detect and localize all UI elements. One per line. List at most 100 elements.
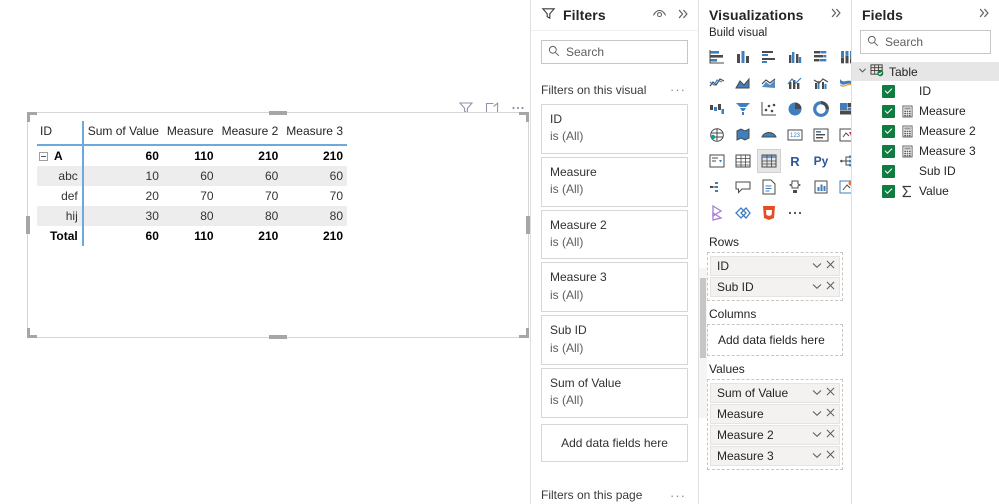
viz-type-key-influencers[interactable] xyxy=(705,175,729,199)
filter-card[interactable]: Measure 2 is (All) xyxy=(541,209,688,260)
filters-visual-more-icon[interactable]: ··· xyxy=(670,82,686,97)
value-cell[interactable]: 60 xyxy=(81,226,163,246)
collapse-pane-chevrons-icon[interactable] xyxy=(977,6,991,23)
resize-handle-bottom-left[interactable] xyxy=(27,328,37,338)
viz-type-r-script-visual[interactable]: R xyxy=(783,149,807,173)
value-cell[interactable]: 210 xyxy=(218,145,283,166)
viz-type-matrix[interactable] xyxy=(757,149,781,173)
row-label-cell[interactable]: def xyxy=(37,186,83,206)
filters-pane-body[interactable]: Filters on this visual ··· ID is (All) Mea… xyxy=(531,72,698,504)
field-item[interactable]: Sub ID xyxy=(852,161,999,181)
chevron-down-icon[interactable] xyxy=(812,409,822,420)
row-label-cell[interactable]: A xyxy=(37,145,83,166)
value-cell[interactable]: 110 xyxy=(163,145,218,166)
viz-type-python-visual[interactable]: Py xyxy=(809,149,833,173)
chevron-down-icon[interactable] xyxy=(812,388,822,399)
viz-type-stacked-bar-chart[interactable] xyxy=(705,45,729,69)
field-checkbox[interactable] xyxy=(882,144,895,158)
value-cell[interactable]: 80 xyxy=(282,206,347,226)
row-label-cell[interactable]: hij xyxy=(37,206,83,226)
viz-type-stacked-column-chart[interactable] xyxy=(731,45,755,69)
field-item[interactable]: Measure xyxy=(852,101,999,121)
viz-type-map[interactable] xyxy=(705,123,729,147)
viz-type-multi-row-card[interactable] xyxy=(809,123,833,147)
value-cell[interactable]: 70 xyxy=(282,186,347,206)
table-row[interactable]: def 20 70 70 70 xyxy=(37,186,347,206)
close-icon[interactable] xyxy=(826,408,835,420)
resize-handle-bottom-right[interactable] xyxy=(519,328,529,338)
viz-type-scatter-chart[interactable] xyxy=(757,97,781,121)
chevron-down-icon[interactable] xyxy=(812,430,822,441)
well-columns[interactable]: Add data fields here xyxy=(707,324,843,356)
visual-filter-dropzone[interactable]: Add data fields here xyxy=(541,423,688,462)
viz-type-line-chart[interactable] xyxy=(705,71,729,95)
report-canvas[interactable]: ID Sum of Value Measure Measure 2 Measur… xyxy=(0,0,530,504)
value-cell[interactable]: 30 xyxy=(81,206,163,226)
value-cell[interactable]: 70 xyxy=(218,186,283,206)
viz-type-funnel-chart[interactable] xyxy=(731,97,755,121)
viz-type-q-and-a[interactable] xyxy=(731,175,755,199)
filters-page-more-icon[interactable]: ··· xyxy=(670,488,686,503)
resize-handle-left-middle[interactable] xyxy=(26,216,30,234)
field-checkbox[interactable] xyxy=(882,104,895,118)
field-checkbox[interactable] xyxy=(882,164,895,178)
field-item[interactable]: Measure 3 xyxy=(852,141,999,161)
collapse-pane-chevrons-icon[interactable] xyxy=(829,6,843,23)
field-chip[interactable]: Measure 2 xyxy=(710,425,840,445)
field-checkbox[interactable] xyxy=(882,184,895,198)
filter-card[interactable]: Measure is (All) xyxy=(541,156,688,207)
viz-type-clustered-bar-chart[interactable] xyxy=(757,45,781,69)
viz-type-100-stacked-bar-chart[interactable] xyxy=(809,45,833,69)
well-values[interactable]: Sum of Value Measure Measure 2 Measure 3 xyxy=(707,379,843,470)
fields-table-node[interactable]: Table xyxy=(852,62,999,81)
field-chip[interactable]: Measure xyxy=(710,404,840,424)
column-header-measure-2[interactable]: Measure 2 xyxy=(218,121,283,145)
close-icon[interactable] xyxy=(826,281,835,293)
viz-type-azure-map[interactable] xyxy=(757,123,781,147)
column-header-sum-of-value[interactable]: Sum of Value xyxy=(81,121,163,145)
well-rows[interactable]: ID Sub ID xyxy=(707,252,843,301)
value-cell[interactable]: 60 xyxy=(162,166,218,186)
viz-type-line-and-clustered-column-chart[interactable] xyxy=(809,71,833,95)
chevron-down-icon[interactable] xyxy=(812,282,822,293)
fields-search-box[interactable]: Search xyxy=(860,30,991,54)
viz-type-power-automate[interactable] xyxy=(705,201,729,225)
close-icon[interactable] xyxy=(826,429,835,441)
viz-type-clustered-column-chart[interactable] xyxy=(783,45,807,69)
filter-card[interactable]: Measure 3 is (All) xyxy=(541,262,688,313)
value-cell[interactable]: 70 xyxy=(163,186,218,206)
viz-type-metrics[interactable] xyxy=(809,175,833,199)
field-item[interactable]: Value xyxy=(852,181,999,201)
table-row[interactable]: hij 30 80 80 80 xyxy=(37,206,347,226)
filter-card[interactable]: Sub ID is (All) xyxy=(541,315,688,365)
viz-type-arcgis-maps[interactable] xyxy=(731,201,755,225)
viz-type-html-content[interactable] xyxy=(757,201,781,225)
visualization-type-gallery[interactable]: 123 R Py xyxy=(699,43,855,229)
chevron-down-icon[interactable] xyxy=(856,66,868,78)
field-chip[interactable]: Sub ID xyxy=(710,277,840,297)
value-cell[interactable]: 20 xyxy=(81,186,163,206)
value-cell[interactable]: 110 xyxy=(163,226,218,246)
table-row[interactable]: abc 10 60 60 60 xyxy=(37,166,347,186)
viz-type-card[interactable]: 123 xyxy=(783,123,807,147)
matrix-visual-container[interactable]: ID Sum of Value Measure Measure 2 Measur… xyxy=(26,111,530,339)
viz-type-slicer[interactable] xyxy=(705,149,729,173)
viz-type-pie-chart[interactable] xyxy=(783,97,807,121)
viz-type-filled-map[interactable] xyxy=(731,123,755,147)
value-cell[interactable]: 80 xyxy=(217,206,283,226)
field-chip[interactable]: Sum of Value xyxy=(710,383,840,403)
resize-handle-top-middle[interactable] xyxy=(269,111,287,115)
table-row[interactable]: Total 60 110 210 210 xyxy=(37,226,347,246)
collapse-expander-icon[interactable] xyxy=(39,152,48,162)
field-checkbox[interactable] xyxy=(882,124,895,138)
value-cell[interactable]: 80 xyxy=(162,206,218,226)
viz-type-paginated-report[interactable] xyxy=(783,175,807,199)
matrix-visual[interactable]: ID Sum of Value Measure Measure 2 Measur… xyxy=(37,121,347,246)
close-icon[interactable] xyxy=(826,260,835,272)
value-cell[interactable]: 60 xyxy=(217,166,283,186)
resize-handle-top-right[interactable] xyxy=(519,112,529,122)
chevron-down-icon[interactable] xyxy=(812,451,822,462)
value-cell[interactable]: 60 xyxy=(282,166,347,186)
column-header-measure-3[interactable]: Measure 3 xyxy=(282,121,347,145)
visualizations-pane-scrollbar[interactable] xyxy=(699,268,707,418)
